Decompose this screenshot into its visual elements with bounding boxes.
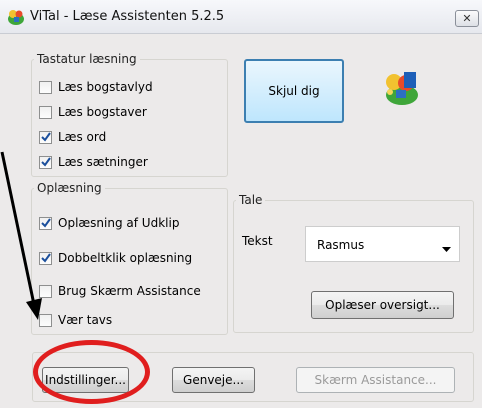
checkbox-read-letters[interactable]: Læs bogstaver [39, 105, 147, 119]
checkbox-read-words[interactable]: Læs ord [39, 130, 106, 144]
screen-assistance-button-label: Skærm Assistance... [314, 373, 437, 387]
speech-legend: Tale [239, 193, 263, 207]
checkbox-double-click-reading[interactable]: Dobbeltklik oplæsning [39, 251, 192, 265]
close-icon: ✕ [462, 12, 472, 25]
checkbox-label: Dobbeltklik oplæsning [58, 251, 193, 265]
checkbox-read-clipboard[interactable]: Oplæsning af Udklip [39, 216, 179, 230]
checkbox-box[interactable] [39, 130, 52, 144]
shortcuts-button[interactable]: Genveje... [172, 367, 255, 393]
reader-overview-button[interactable]: Oplæser oversigt... [311, 291, 454, 319]
checkbox-label: Læs bogstavlyd [58, 80, 153, 94]
app-icon [7, 8, 25, 26]
checkbox-label: Læs bogstaver [58, 105, 147, 119]
hide-button[interactable]: Skjul dig [244, 59, 344, 123]
chevron-down-icon[interactable] [442, 242, 451, 256]
close-button[interactable]: ✕ [455, 10, 479, 27]
title-bar[interactable]: ViTal - Læse Assistenten 5.2.5 ✕ [0, 0, 482, 34]
checkbox-label: Oplæsning af Udklip [58, 216, 180, 230]
annotation-highlight-oval [33, 340, 150, 404]
checkbox-be-silent[interactable]: Vær tavs [39, 313, 112, 327]
keyboard-reading-legend: Tastatur læsning [37, 52, 137, 66]
checkbox-label: Vær tavs [58, 313, 113, 327]
checkbox-box[interactable] [39, 80, 52, 94]
voice-select-value: Rasmus [317, 238, 365, 252]
checkbox-label: Brug Skærm Assistance [58, 284, 201, 298]
text-voice-label: Tekst [242, 234, 273, 248]
reader-overview-label: Oplæser oversigt... [325, 298, 440, 312]
checkbox-label: Læs sætninger [58, 155, 148, 169]
hide-button-label: Skjul dig [268, 84, 320, 98]
checkbox-box[interactable] [39, 105, 52, 119]
vital-logo-icon [382, 68, 422, 108]
voice-select[interactable]: Rasmus [305, 226, 460, 262]
checkbox-read-letter-sound[interactable]: Læs bogstavlyd [39, 80, 153, 94]
app-window: ViTal - Læse Assistenten 5.2.5 ✕ Tastatu… [0, 0, 482, 408]
shortcuts-button-label: Genveje... [183, 373, 244, 387]
checkbox-read-sentences[interactable]: Læs sætninger [39, 155, 148, 169]
screen-assistance-button[interactable]: Skærm Assistance... [296, 367, 455, 393]
checkbox-label: Læs ord [58, 130, 107, 144]
checkbox-screen-assistance[interactable]: Brug Skærm Assistance [39, 284, 201, 298]
window-title: ViTal - Læse Assistenten 5.2.5 [30, 9, 225, 24]
annotation-arrow-icon [0, 151, 42, 320]
checkmark-icon [40, 132, 51, 142]
